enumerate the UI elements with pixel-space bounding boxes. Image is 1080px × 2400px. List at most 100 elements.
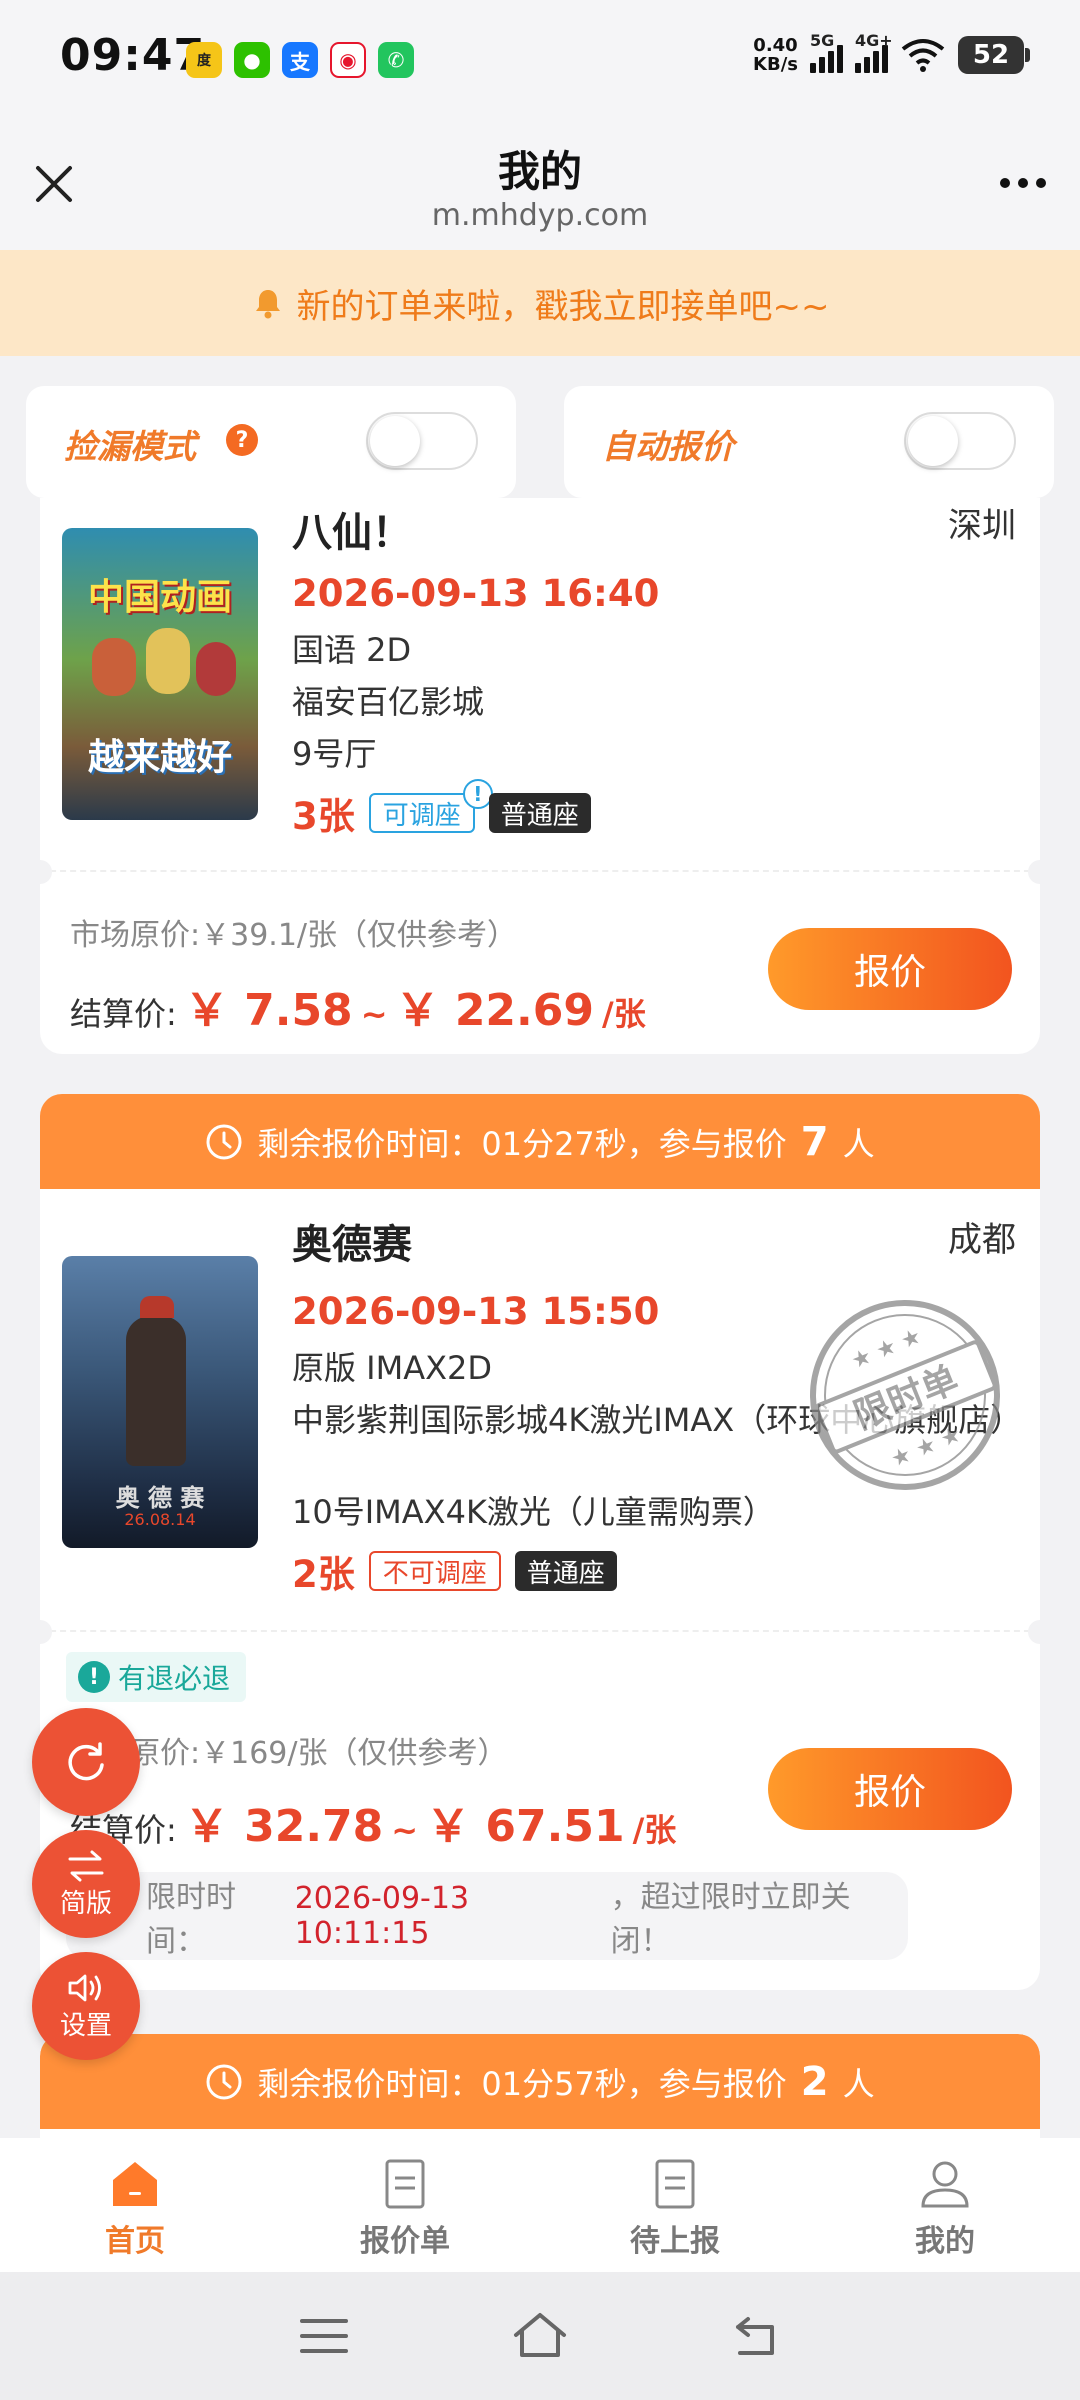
seat-type-tag: 普通座 [488, 793, 591, 833]
refresh-button[interactable] [32, 1708, 140, 1816]
tab-mine-label: 我的 [915, 2224, 975, 2259]
refund-badge: ! 有退必退 [66, 1652, 247, 1702]
simple-mode-button[interactable]: 简版 [32, 1830, 140, 1938]
countdown-suffix: 人 [842, 2064, 875, 2103]
more-options-icon[interactable] [1000, 178, 1046, 188]
price-unit: /张 [632, 1811, 677, 1849]
battery-icon: 52 [958, 36, 1030, 74]
tab-mine[interactable]: 我的 [810, 2138, 1080, 2272]
ticket-count: 2张 [292, 1553, 355, 1596]
limit-label: 限时时间： [146, 1880, 236, 1959]
settle-label: 结算价: [70, 995, 177, 1033]
ticket-notch [1028, 860, 1052, 884]
auto-quote-switch[interactable] [904, 412, 1016, 470]
tab-pending-report[interactable]: 待上报 [540, 2138, 810, 2272]
notice-text: 新的订单来啦，戳我立即接单吧~~ [296, 286, 830, 327]
signal2-label: 4G+ [855, 31, 893, 50]
bidder-count: 7 [800, 1118, 829, 1165]
ticket-info-row: 2张 不可调座 普通座 [292, 1544, 617, 1598]
price-sep: ~ [391, 1811, 419, 1849]
help-icon[interactable]: ? [226, 424, 258, 456]
home-icon [113, 2162, 157, 2206]
poster-text: 越来越好 [87, 737, 232, 778]
pickup-mode-switch[interactable] [366, 412, 478, 470]
system-nav-bar [0, 2272, 1080, 2400]
divider [40, 1630, 1040, 1632]
page-title: 我的 [497, 147, 582, 196]
countdown-suffix: 人 [842, 1124, 875, 1163]
network-speed: 0.40 KB/s [753, 36, 798, 74]
movie-title: 八仙！ [292, 510, 412, 556]
settlement-price: 结算价: ￥ 7.58 ~ ￥ 22.69 /张 [70, 974, 646, 1038]
swap-icon [68, 1850, 104, 1881]
hall-name: 10号IMAX4K激光（儿童需购票） [292, 1493, 775, 1531]
tab-home[interactable]: 首页 [0, 2138, 270, 2272]
notification-icons: 度 ● 支 ◉ ✆ [186, 42, 414, 78]
tab-quote-list[interactable]: 报价单 [270, 2138, 540, 2272]
settings-label: 设置 [59, 2010, 112, 2041]
movie-poster: 中国动画 越来越好 [62, 528, 258, 820]
price-low: ￥ 32.78 [184, 1801, 384, 1852]
tab-quote-list-label: 报价单 [360, 2224, 450, 2259]
limit-suffix: ，超过限时立即关闭！ [610, 1880, 851, 1959]
ticket-count: 3张 [292, 795, 355, 838]
net-speed-unit: KB/s [753, 54, 798, 75]
poster-text: 中国动画 [87, 577, 232, 618]
settings-button[interactable]: 设置 [32, 1952, 140, 2060]
status-bar: 09:47 度 ● 支 ◉ ✆ 0.40 KB/s 5G 4G+ 52 [0, 0, 1080, 120]
price-unit: /张 [602, 995, 646, 1033]
clock: 09:47 [60, 30, 206, 81]
auto-quote-label: 自动报价 [602, 427, 734, 466]
movie-format: 原版 IMAX2D [292, 1349, 493, 1387]
clock-icon [206, 1124, 242, 1159]
price-low: ￥ 7.58 [184, 985, 353, 1036]
home-nav-icon[interactable] [510, 2311, 570, 2361]
city: 深圳 [948, 506, 1016, 546]
countdown-bar: 剩余报价时间：01分57秒，参与报价 2 人 [40, 2034, 1040, 2129]
signal-4g-icon: 4G+ [855, 31, 893, 73]
bell-icon [255, 290, 280, 319]
page-url: m.mhdyp.com [431, 198, 649, 233]
alipay-icon: 支 [282, 42, 318, 78]
web-header: 我的 m.mhdyp.com [0, 120, 1080, 250]
hall-name: 9号厅 [292, 735, 377, 773]
poster-date: 26.08.14 [124, 1510, 196, 1529]
new-order-notice[interactable]: 新的订单来啦，戳我立即接单吧~~ [0, 250, 1080, 356]
signal1-label: 5G [810, 31, 835, 50]
refresh-icon [68, 1742, 104, 1781]
refund-badge-text: 有退必退 [118, 1662, 231, 1695]
movie-format: 国语 2D [292, 631, 412, 669]
battery-level: 52 [972, 40, 1010, 70]
poster-text: 奥 德 赛 [115, 1484, 205, 1512]
seat-not-adjustable-tag: 不可调座 [368, 1551, 501, 1591]
net-speed-value: 0.40 [753, 35, 798, 56]
showtime: 2026-09-13 16:40 [292, 572, 660, 615]
menu-icon[interactable] [298, 2315, 350, 2357]
countdown-text: 剩余报价时间：01分27秒，参与报价 [257, 1124, 787, 1163]
price-sep: ~ [360, 995, 388, 1033]
cinema-name: 福安百亿影城 [292, 683, 485, 721]
limit-time: 2026-09-13 10:11:15 [294, 1881, 470, 1951]
limited-order-stamp: 限时单 ★ ★ ★ ★ ★ ★ [810, 1300, 1000, 1490]
speaker-icon [68, 1974, 101, 2001]
showtime: 2026-09-13 15:50 [292, 1290, 660, 1333]
alert-icon: ! [78, 1661, 110, 1693]
back-icon[interactable] [730, 2313, 782, 2359]
bottom-tab-bar: 首页 报价单 待上报 我的 [0, 2138, 1080, 2272]
price-high: ￥ 22.69 [395, 985, 595, 1036]
user-icon [921, 2161, 969, 2208]
quote-button[interactable]: 报价 [768, 928, 1012, 1010]
ticket-notch [28, 1620, 52, 1644]
document-icon [385, 2159, 425, 2209]
quote-button[interactable]: 报价 [768, 1748, 1012, 1830]
order-card: 剩余报价时间：01分57秒，参与报价 2 人 [40, 2034, 1040, 2138]
tab-home-label: 首页 [105, 2224, 165, 2259]
signal-5g-icon: 5G [810, 31, 843, 73]
ticket-notch [1028, 1620, 1052, 1644]
simple-mode-label: 简版 [59, 1888, 112, 1919]
document-icon [655, 2159, 695, 2209]
phone-call-icon: ✆ [378, 42, 414, 78]
clock-icon [206, 2064, 242, 2099]
auto-quote-card: 自动报价 [564, 386, 1054, 498]
countdown-bar: 剩余报价时间：01分27秒，参与报价 7 人 [40, 1094, 1040, 1189]
